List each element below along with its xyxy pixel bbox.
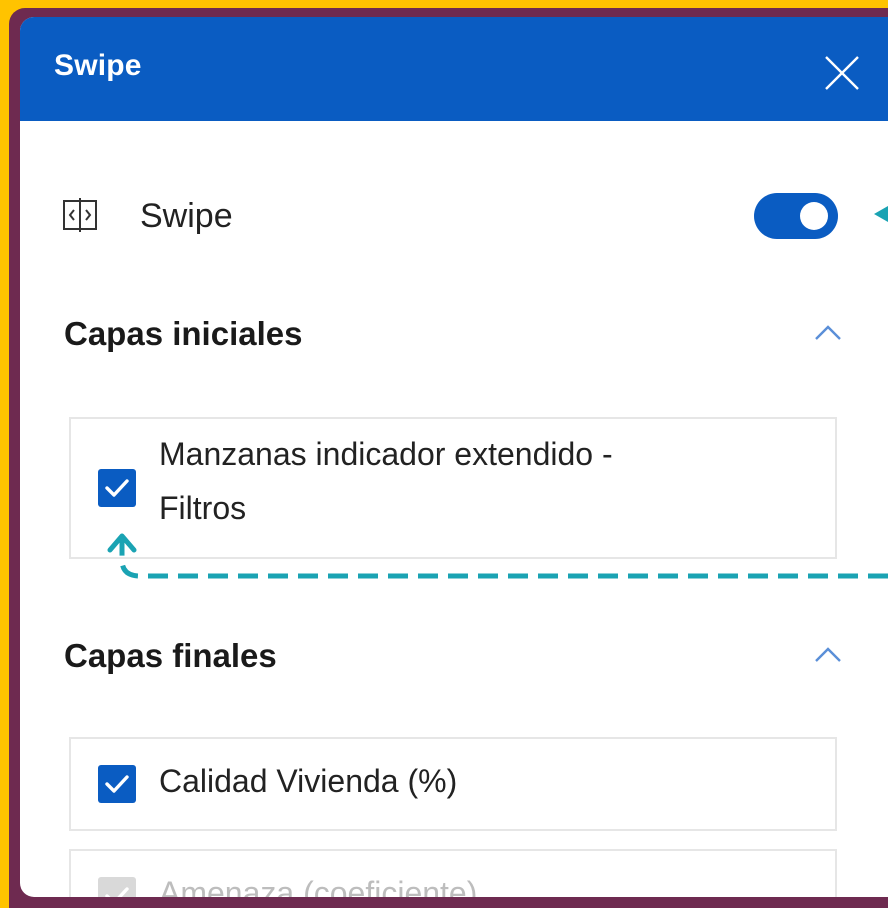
layer-checkbox-disabled[interactable] [98,877,136,897]
chevron-up-icon[interactable] [812,321,844,345]
layer-label: Manzanas indicador extendido - Filtros [159,427,613,535]
panel-header: Swipe [20,17,888,121]
check-icon [105,775,129,793]
swipe-toggle[interactable] [754,193,838,239]
section-title: Capas finales [64,637,277,674]
layer-item-manzanas: Manzanas indicador extendido - Filtros [69,417,837,559]
layer-item-amenaza: Amenaza (coeficiente) [69,849,837,897]
check-icon [105,887,129,897]
close-icon [825,56,859,90]
toggle-knob [800,202,828,230]
swipe-toggle-row: Swipe [62,187,862,247]
swipe-icon [63,198,97,232]
layer-label: Amenaza (coeficiente) [159,875,478,897]
layer-label: Calidad Vivienda (%) [159,763,458,799]
layer-label-line-2: Filtros [159,490,247,526]
layer-checkbox[interactable] [98,469,136,507]
chevron-up-icon[interactable] [812,643,844,667]
panel-title: Swipe [54,49,142,82]
check-icon [105,479,129,497]
swipe-label: Swipe [140,197,233,235]
screenshot-frame: Swipe Swipe Capas iniciales Manzanas ind… [0,0,888,908]
swipe-panel: Swipe Swipe Capas iniciales Manzanas ind… [20,17,888,897]
section-capas-iniciales[interactable]: Capas iniciales [64,309,844,359]
layer-checkbox[interactable] [98,765,136,803]
layer-label-line-1: Manzanas indicador extendido - [159,436,613,472]
section-capas-finales[interactable]: Capas finales [64,631,844,681]
close-button[interactable] [820,51,864,95]
layer-item-calidad-vivienda: Calidad Vivienda (%) [69,737,837,831]
section-title: Capas iniciales [64,315,303,352]
